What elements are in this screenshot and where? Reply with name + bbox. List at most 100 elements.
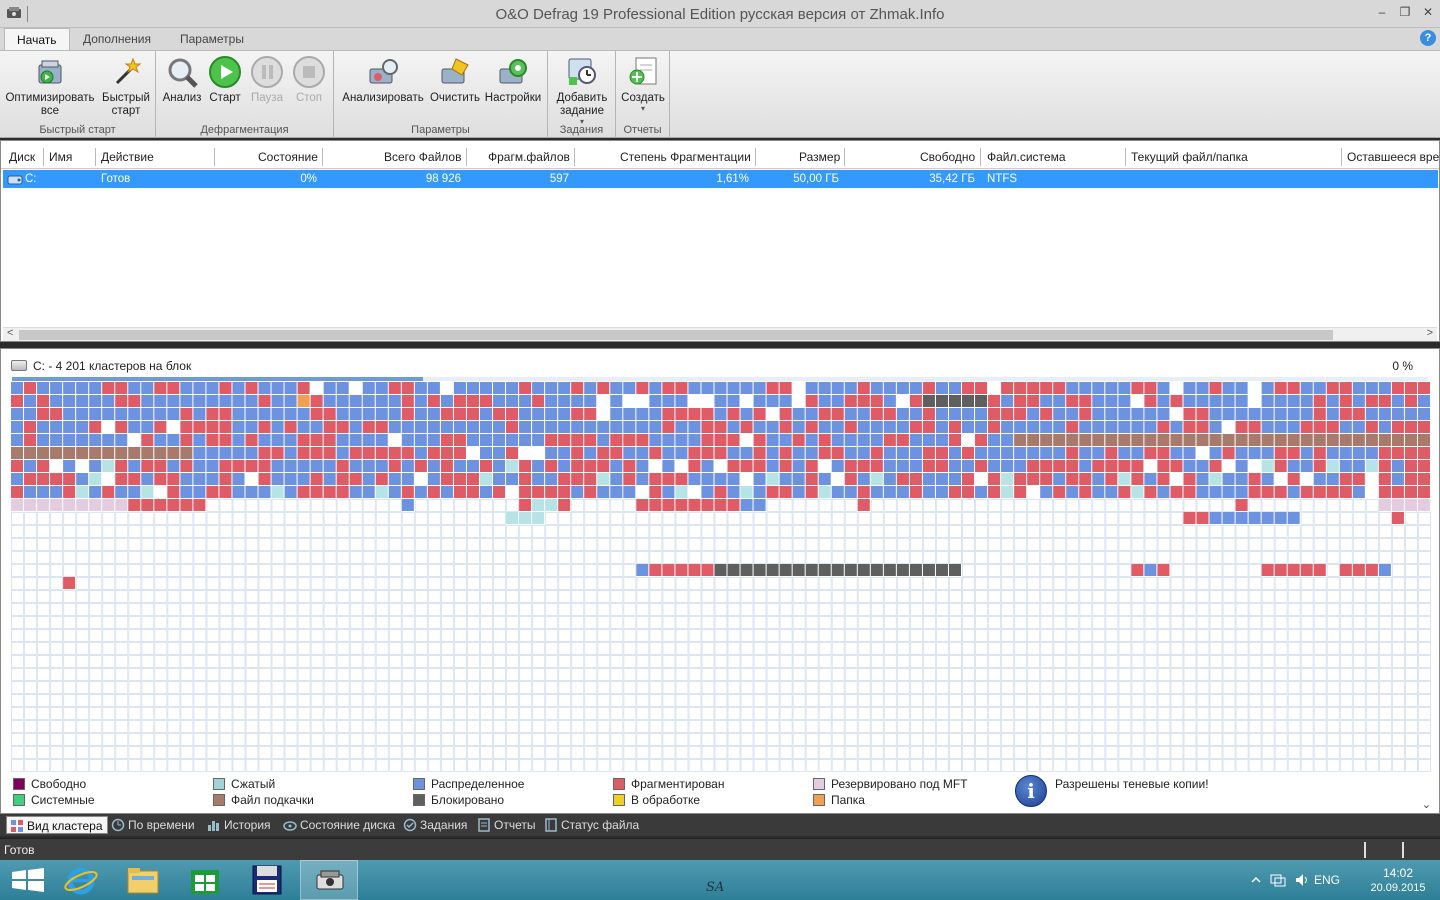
cluster-block: [50, 486, 63, 498]
cluster-block: [1365, 408, 1378, 420]
tab-parameters[interactable]: Параметры: [168, 28, 256, 50]
cluster-block: [1222, 486, 1235, 498]
cluster-block: [545, 395, 558, 407]
clock-time[interactable]: 14:02: [1368, 866, 1428, 880]
column-file-system[interactable]: Файл.система: [987, 150, 1066, 164]
cluster-block: [1157, 408, 1170, 420]
cluster-block: [336, 486, 349, 498]
cluster-map[interactable]: [11, 382, 1431, 772]
tab-time-view[interactable]: По времени: [108, 816, 199, 834]
table-row[interactable]: C: Готов 0% 98 926 597 1,61% 50,00 ГБ 35…: [3, 170, 1438, 188]
cluster-block: [479, 434, 493, 446]
start-button[interactable]: Старт: [204, 55, 246, 105]
horizontal-scrollbar[interactable]: < >: [3, 327, 1437, 341]
cluster-block: [818, 395, 831, 407]
cluster-block: [727, 395, 740, 407]
help-icon[interactable]: ?: [1420, 30, 1436, 46]
column-separator[interactable]: [95, 148, 96, 166]
column-disk[interactable]: Диск: [9, 150, 35, 164]
taskbar-store[interactable]: [176, 860, 234, 900]
cluster-block: [571, 408, 584, 420]
scroll-right-icon[interactable]: >: [1427, 327, 1433, 339]
column-total-files[interactable]: Всего Файлов: [384, 150, 461, 164]
column-separator[interactable]: [322, 148, 323, 166]
cluster-block: [1300, 460, 1313, 472]
minimize-button[interactable]: ‒: [1372, 4, 1392, 20]
taskbar-save-app[interactable]: [238, 860, 296, 900]
column-separator[interactable]: [1125, 148, 1126, 166]
cluster-block: [24, 447, 37, 459]
add-job-button[interactable]: Добавить задание ▾: [552, 55, 612, 126]
column-separator[interactable]: [980, 148, 981, 166]
analyze-button[interactable]: Анализ: [160, 55, 204, 105]
tab-reports[interactable]: Отчеты: [474, 816, 539, 834]
taskbar-oo-defrag[interactable]: [300, 860, 358, 900]
taskbar-internet-explorer[interactable]: [52, 860, 110, 900]
cluster-block: [1027, 460, 1040, 472]
optimize-all-button[interactable]: Оптимизировать все: [4, 55, 96, 118]
tab-history[interactable]: История: [204, 816, 275, 834]
start-button[interactable]: [0, 860, 58, 900]
cluster-block: [1001, 382, 1014, 394]
column-separator[interactable]: [844, 148, 845, 166]
column-separator[interactable]: [1341, 148, 1342, 166]
oo-defrag-icon: [316, 870, 344, 890]
column-free[interactable]: Свободно: [920, 150, 975, 164]
create-report-dropdown-icon[interactable]: ▾: [618, 105, 668, 113]
cluster-block: [688, 408, 701, 420]
tab-disk-status[interactable]: Состояние диска: [280, 816, 399, 834]
scroll-down-icon[interactable]: ⌄: [1422, 798, 1431, 811]
column-separator[interactable]: [574, 148, 575, 166]
column-separator[interactable]: [43, 148, 44, 166]
pause-button[interactable]: Пауза: [246, 55, 288, 105]
cluster-block: [440, 447, 453, 459]
clean-button[interactable]: Очистить: [428, 55, 482, 105]
tab-start[interactable]: Начать: [4, 28, 70, 50]
stop-button[interactable]: Стоп: [288, 55, 330, 105]
cluster-block: [141, 499, 154, 511]
cell-action: Готов: [101, 173, 131, 185]
clock-date[interactable]: 20.09.2015: [1362, 882, 1434, 894]
create-report-button[interactable]: Создать ▾: [618, 55, 668, 113]
group-label-defrag: Дефрагментация: [200, 124, 289, 136]
cluster-block: [714, 460, 727, 472]
scroll-left-icon[interactable]: <: [7, 327, 13, 339]
tab-extras[interactable]: Дополнения: [71, 28, 163, 50]
column-separator[interactable]: [755, 148, 756, 166]
column-action[interactable]: Действие: [101, 150, 154, 164]
column-state[interactable]: Состояние: [258, 150, 318, 164]
cluster-block: [883, 486, 896, 498]
language-indicator[interactable]: ENG: [1314, 873, 1340, 887]
cluster-block: [128, 486, 141, 498]
cluster-block: [1183, 473, 1196, 485]
cluster-block: [779, 447, 792, 459]
column-separator[interactable]: [466, 148, 467, 166]
analyze-settings-button[interactable]: Анализировать: [338, 55, 428, 105]
quick-start-button[interactable]: Быстрый старт: [100, 55, 152, 118]
close-button[interactable]: ✕: [1418, 4, 1438, 20]
column-frag-files[interactable]: Фрагм.файлов: [488, 150, 570, 164]
tab-jobs[interactable]: Задания: [400, 816, 471, 834]
column-frag-degree[interactable]: Степень Фрагментации: [620, 150, 751, 164]
cluster-block: [362, 382, 375, 394]
taskbar-file-explorer[interactable]: [114, 860, 172, 900]
cell-frag-files: 597: [549, 173, 569, 185]
cluster-block: [727, 447, 740, 459]
tab-cluster-view[interactable]: Вид кластера: [6, 816, 108, 834]
network-icon[interactable]: [1270, 872, 1286, 888]
column-current-file[interactable]: Текущий файл/папка: [1131, 150, 1248, 164]
column-name[interactable]: Имя: [49, 150, 72, 164]
volume-icon[interactable]: [1294, 872, 1310, 888]
scrollbar-thumb[interactable]: [19, 330, 1333, 340]
cluster-block: [1248, 486, 1261, 498]
tab-file-status[interactable]: Статус файла: [541, 816, 643, 834]
show-hidden-icons-chevron-icon[interactable]: [1250, 874, 1262, 886]
cluster-block: [1378, 473, 1391, 485]
column-size[interactable]: Размер: [799, 150, 840, 164]
column-separator[interactable]: [214, 148, 215, 166]
settings-button[interactable]: Настройки: [482, 55, 544, 105]
status-separator: [1402, 842, 1404, 858]
column-remaining-time[interactable]: Оставшееся время: [1347, 150, 1439, 164]
cluster-map-panel: C: - 4 201 кластеров на блок 0 % Свободн…: [0, 348, 1440, 814]
restore-button[interactable]: ❐: [1395, 4, 1415, 20]
